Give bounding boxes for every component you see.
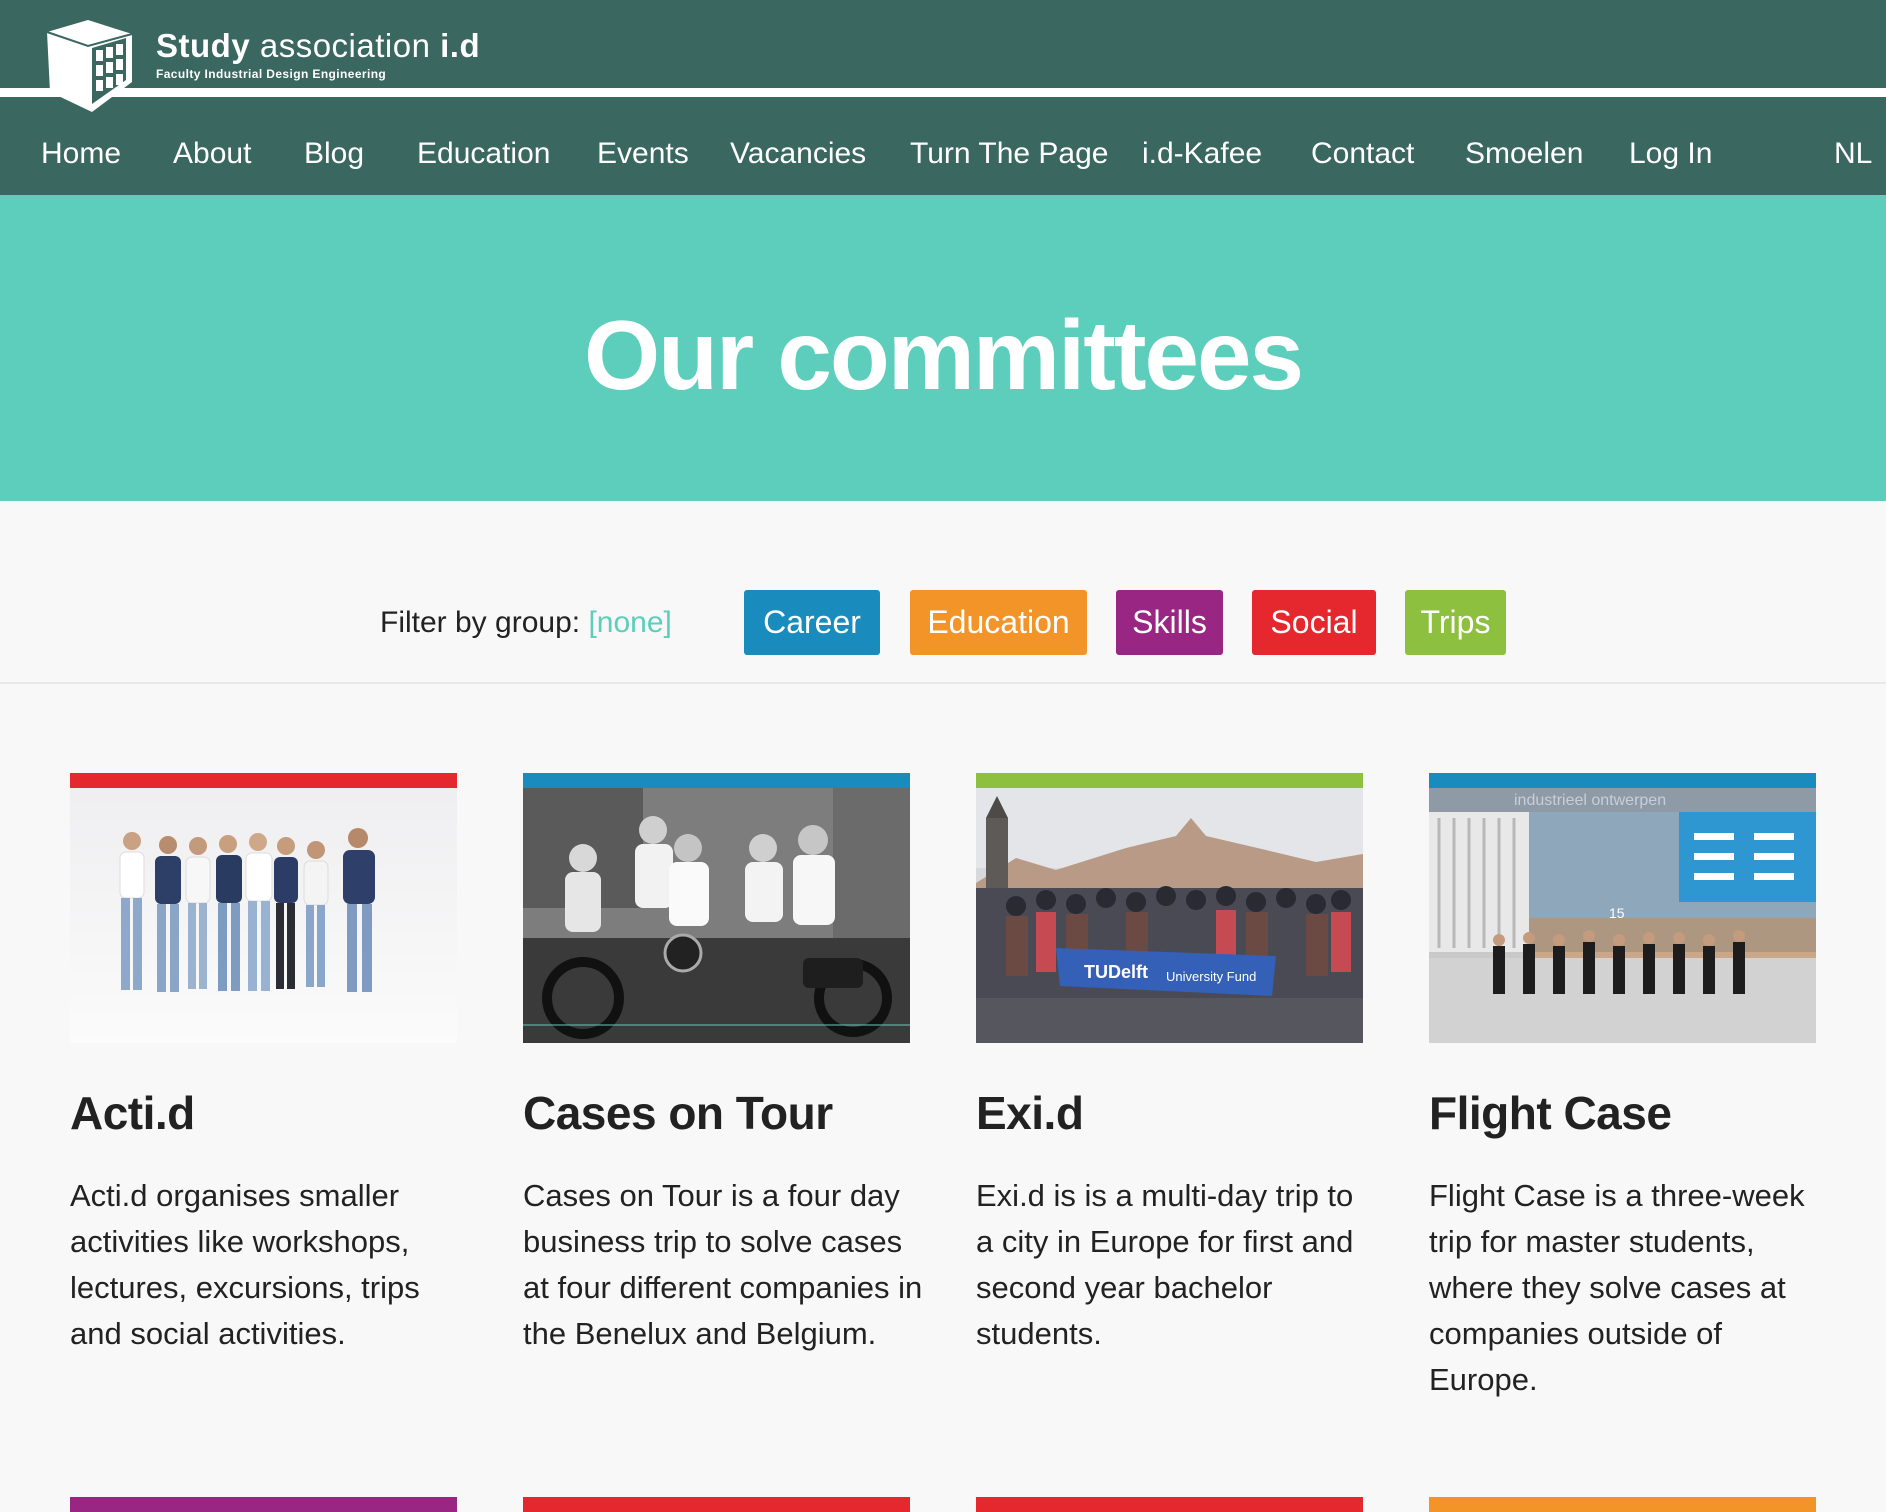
nav-smoelen[interactable]: Smoelen	[1465, 132, 1583, 176]
filter-label-row: Filter by group: [none]	[380, 588, 672, 658]
next-card-color-bar	[1429, 1497, 1816, 1512]
motorbike-photo-icon	[523, 788, 910, 1043]
main-nav: Home About Blog Education Events Vacanci…	[0, 132, 1886, 176]
filter-career-button[interactable]: Career	[744, 590, 880, 655]
prague-group-photo-icon: TUDelft University Fund	[976, 788, 1363, 1043]
group-filter: Filter by group: [none] Career Education…	[0, 501, 1886, 684]
committee-description: Acti.d organises smaller activities like…	[70, 1178, 420, 1351]
committee-title[interactable]: Exi.d	[976, 1085, 1363, 1141]
committee-photo-flight-case[interactable]: industrieel ontwerpen 15	[1429, 788, 1816, 1043]
building-sign-text: industrieel ontwerpen	[1514, 792, 1666, 809]
nav-blog[interactable]: Blog	[304, 132, 364, 176]
nav-language-switch[interactable]: NL	[1834, 132, 1872, 176]
brand-name-rest: association	[259, 27, 431, 64]
banner-logo-text: TUDelft	[1084, 962, 1148, 982]
nav-turn-the-page[interactable]: Turn The Page	[910, 132, 1108, 176]
committee-title[interactable]: Flight Case	[1429, 1085, 1816, 1141]
committee-photo-actid[interactable]	[70, 788, 457, 1043]
committee-card-flight-case[interactable]: industrieel ontwerpen 15 Flight Case Fli…	[1429, 773, 1816, 1403]
header-stripe	[0, 88, 1886, 97]
group-color-bar	[976, 773, 1363, 788]
nav-education[interactable]: Education	[417, 132, 550, 176]
committee-photo-cases-on-tour[interactable]	[523, 788, 910, 1043]
committee-card-actid[interactable]: Acti.d Acti.d organises smaller activiti…	[70, 773, 457, 1357]
filter-education-button[interactable]: Education	[910, 590, 1087, 655]
brand-name-bold: Study	[156, 27, 251, 64]
brand-name: Study association i.d	[156, 26, 480, 66]
group-color-bar	[70, 773, 457, 788]
hero-banner: Our committees	[0, 195, 1886, 501]
committee-description: Cases on Tour is a four day business tri…	[523, 1178, 923, 1351]
committee-description: Exi.d is is a multi-day trip to a city i…	[976, 1178, 1354, 1351]
committee-photo-exid[interactable]: TUDelft University Fund	[976, 788, 1363, 1043]
committee-card-exid[interactable]: TUDelft University Fund Exi.d Exi.d is i…	[976, 773, 1363, 1357]
nav-events[interactable]: Events	[597, 132, 689, 176]
nav-id-kafee[interactable]: i.d-Kafee	[1142, 132, 1262, 176]
nav-vacancies[interactable]: Vacancies	[730, 132, 866, 176]
page-title: Our committees	[583, 300, 1304, 410]
next-card-color-bar	[70, 1497, 457, 1512]
next-card-color-bar	[976, 1497, 1363, 1512]
group-color-bar	[523, 773, 910, 788]
building-group-photo-icon: industrieel ontwerpen 15	[1429, 788, 1816, 1043]
brand-name-tag: i.d	[440, 27, 481, 64]
next-card-color-bar	[523, 1497, 910, 1512]
nav-log-in[interactable]: Log In	[1629, 132, 1712, 176]
filter-skills-button[interactable]: Skills	[1116, 590, 1223, 655]
filter-none-link[interactable]: [none]	[588, 606, 671, 639]
filter-social-button[interactable]: Social	[1252, 590, 1376, 655]
nav-about[interactable]: About	[173, 132, 251, 176]
nav-home[interactable]: Home	[41, 132, 121, 176]
brand-subtitle: Faculty Industrial Design Engineering	[156, 67, 387, 81]
site-header: Study association i.d Faculty Industrial…	[0, 0, 1886, 195]
filter-trips-button[interactable]: Trips	[1405, 590, 1506, 655]
committee-title[interactable]: Cases on Tour	[523, 1085, 910, 1141]
committee-title[interactable]: Acti.d	[70, 1085, 457, 1141]
brand-wordmark[interactable]: Study association i.d Faculty Industrial…	[156, 26, 480, 81]
nav-contact[interactable]: Contact	[1311, 132, 1414, 176]
group-photo-icon	[70, 788, 457, 1043]
banner-text: University Fund	[1166, 969, 1256, 984]
filter-label: Filter by group:	[380, 606, 581, 639]
group-color-bar	[1429, 773, 1816, 788]
cube-grid-logo-icon[interactable]	[44, 20, 134, 112]
committee-description: Flight Case is a three-week trip for mas…	[1429, 1178, 1805, 1397]
committee-card-cases-on-tour[interactable]: Cases on Tour Cases on Tour is a four da…	[523, 773, 922, 1357]
